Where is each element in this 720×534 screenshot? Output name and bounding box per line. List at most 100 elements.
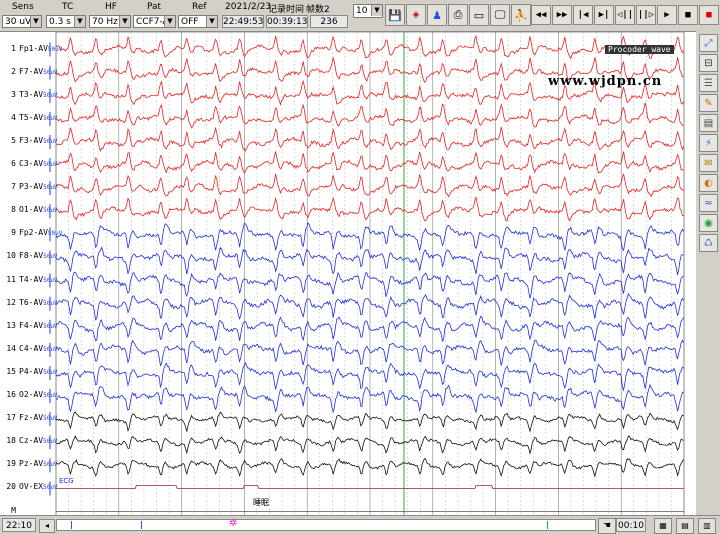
page-span-select[interactable]: 10 s ▼ bbox=[353, 4, 383, 18]
calendar-button[interactable]: ◈ bbox=[406, 4, 426, 26]
zoom-button[interactable]: ▦ bbox=[654, 518, 672, 534]
channel-label[interactable]: 14 C4-AV50uV bbox=[2, 344, 57, 353]
sens-select[interactable]: 30 uV ▼ bbox=[2, 15, 42, 28]
scale-label: 50uV bbox=[43, 184, 58, 192]
channel-label[interactable]: 3 T3-AV50uV bbox=[2, 89, 57, 99]
scale-label: 50uV bbox=[47, 45, 63, 53]
run-button[interactable]: ⛹ bbox=[511, 4, 531, 26]
panel-button[interactable]: ▥ bbox=[698, 518, 716, 534]
filter-tool-button[interactable]: ✎ bbox=[699, 94, 718, 112]
ref-select[interactable]: OFF ▼ bbox=[178, 15, 218, 28]
ref-value: OFF bbox=[181, 17, 199, 27]
scale-label: 50uV bbox=[43, 161, 58, 169]
scale-label: 50uV bbox=[43, 207, 58, 215]
go-start-button[interactable]: |◀ bbox=[573, 5, 593, 25]
channel-label[interactable]: 1 Fp1-AV50uV bbox=[2, 44, 62, 53]
channel-label[interactable]: 4 T5-AV50uV bbox=[2, 112, 57, 122]
channel-name: T6-AV bbox=[19, 297, 44, 307]
channel-label[interactable]: 18 Cz-AV50uV bbox=[2, 436, 57, 446]
channel-name: Pz-AV bbox=[19, 459, 44, 469]
step-forward-button[interactable]: ||▷ bbox=[636, 5, 656, 25]
channel-name: F7-AV bbox=[19, 66, 44, 76]
frame-count-label: 帧数2 bbox=[306, 5, 330, 15]
channel-name: T3-AV bbox=[19, 89, 44, 99]
zoom-in-icon: ⤢ bbox=[704, 37, 713, 49]
channel-number: 18 bbox=[6, 436, 16, 446]
channel-label[interactable]: 19 Pz-AV50uV bbox=[2, 459, 57, 469]
channel-label[interactable]: M bbox=[2, 506, 19, 515]
scroll-left-button[interactable]: ◂ bbox=[39, 519, 55, 533]
channel-number: 11 bbox=[6, 274, 16, 284]
layout-button[interactable]: ▤ bbox=[676, 518, 694, 534]
scale-label: 50uV bbox=[43, 415, 58, 423]
channel-label[interactable]: 12 T6-AV50uV bbox=[2, 297, 57, 307]
stop-red-button[interactable]: ■ bbox=[699, 5, 719, 25]
channel-name: Fp1-AV bbox=[19, 43, 48, 53]
scale-label: 50uV bbox=[43, 322, 58, 330]
map-tool-button[interactable]: ◐ bbox=[699, 174, 718, 192]
channel-number: 8 bbox=[11, 205, 16, 215]
channel-name: T5-AV bbox=[19, 112, 44, 122]
scale-label: 50uV bbox=[43, 137, 58, 145]
spike-tool-button[interactable]: ⚡ bbox=[699, 134, 718, 152]
video-icon: ♺ bbox=[704, 237, 713, 249]
channel-label[interactable]: 20 OV-EX50uV bbox=[2, 482, 57, 492]
tc-select[interactable]: 0.3 s ▼ bbox=[46, 15, 86, 28]
play-button[interactable]: ▶ bbox=[657, 5, 677, 25]
zoom-out-tool-button[interactable]: ⊟ bbox=[699, 54, 718, 72]
spectrum-tool-button[interactable]: ≈ bbox=[699, 194, 718, 212]
go-end-button[interactable]: ▶| bbox=[594, 5, 614, 25]
measure-tool-button[interactable]: ▤ bbox=[699, 114, 718, 132]
pat-select[interactable]: CCF7-AV ▼ bbox=[133, 15, 176, 28]
stop-button[interactable]: ■ bbox=[678, 5, 698, 25]
channel-name: C3-AV bbox=[19, 159, 44, 169]
filter-icon: ✎ bbox=[704, 97, 713, 109]
channel-label[interactable]: 8 O1-AV50uV bbox=[2, 205, 58, 215]
eeg-plot[interactable]: 1 Fp1-AV50uV 2 F7-AV50uV 3 T3-AV50uV 4 T5-AV50u… bbox=[0, 31, 696, 516]
scale-label: 50uV bbox=[43, 253, 58, 261]
zoom-in-tool-button[interactable]: ⤢ bbox=[699, 34, 718, 52]
channel-number: 9 bbox=[11, 228, 16, 238]
right-time: 00:10 bbox=[616, 518, 646, 532]
hf-select[interactable]: 70 Hz ▼ bbox=[89, 15, 131, 28]
channel-label[interactable]: 10 F8-AV50uV bbox=[2, 251, 58, 261]
channel-name: F3-AV bbox=[19, 135, 44, 145]
channel-label[interactable]: 11 T4-AV50uV bbox=[2, 274, 57, 284]
screen-button[interactable]: 🖵 bbox=[490, 4, 510, 26]
topo-tool-button[interactable]: ◉ bbox=[699, 214, 718, 232]
procoder-badge: Procoder wave bbox=[605, 45, 674, 54]
save-button[interactable]: 💾 bbox=[385, 4, 405, 26]
grid-icon: ▤ bbox=[681, 521, 689, 530]
channel-label[interactable]: 16 O2-AV50uV bbox=[2, 390, 57, 399]
capture-button[interactable]: ▭ bbox=[469, 4, 489, 26]
channel-label[interactable]: 13 F4-AV50uV bbox=[2, 321, 58, 330]
goto-button[interactable]: ☚ bbox=[598, 518, 616, 534]
note-icon: ✉ bbox=[704, 157, 713, 169]
timeline-scrollbar[interactable]: ✲ bbox=[56, 519, 596, 531]
measure-icon: ▤ bbox=[703, 117, 714, 129]
position-marker-icon[interactable]: ✲ bbox=[229, 519, 237, 529]
channel-label[interactable]: 5 F3-AV50uV bbox=[2, 135, 58, 145]
channel-label[interactable]: 15 P4-AV50uV bbox=[2, 367, 58, 376]
zoom-out-icon: ⊟ bbox=[704, 57, 713, 69]
scale-label: 50uV bbox=[43, 368, 58, 376]
channel-label[interactable]: 7 P3-AV50uV bbox=[2, 182, 58, 192]
note-tool-button[interactable]: ✉ bbox=[699, 154, 718, 172]
fast-rewind-button[interactable]: ◀◀ bbox=[531, 5, 551, 25]
channel-name: OV-EX bbox=[19, 482, 44, 492]
record-time-label: 记录时间 bbox=[268, 5, 305, 15]
montage-icon: ☰ bbox=[704, 77, 713, 89]
channel-label[interactable]: 17 Fz-AV50uV bbox=[2, 413, 58, 423]
fast-forward-button[interactable]: ▶▶ bbox=[552, 5, 572, 25]
patient-button[interactable]: ♟ bbox=[427, 4, 447, 26]
chevron-down-icon: ▼ bbox=[30, 16, 41, 27]
channel-label[interactable]: 6 C3-AV50uV bbox=[2, 159, 58, 169]
step-back-button[interactable]: ◁|| bbox=[615, 5, 635, 25]
channel-name: P3-AV bbox=[19, 182, 44, 192]
chevron-down-icon: ▼ bbox=[119, 16, 130, 27]
video-tool-button[interactable]: ♺ bbox=[699, 234, 718, 252]
print-button[interactable]: ⎙ bbox=[448, 4, 468, 26]
montage-tool-button[interactable]: ☰ bbox=[699, 74, 718, 92]
channel-label[interactable]: 9 Fp2-AV50uV bbox=[2, 228, 62, 237]
channel-label[interactable]: 2 F7-AV50uV bbox=[2, 66, 57, 76]
